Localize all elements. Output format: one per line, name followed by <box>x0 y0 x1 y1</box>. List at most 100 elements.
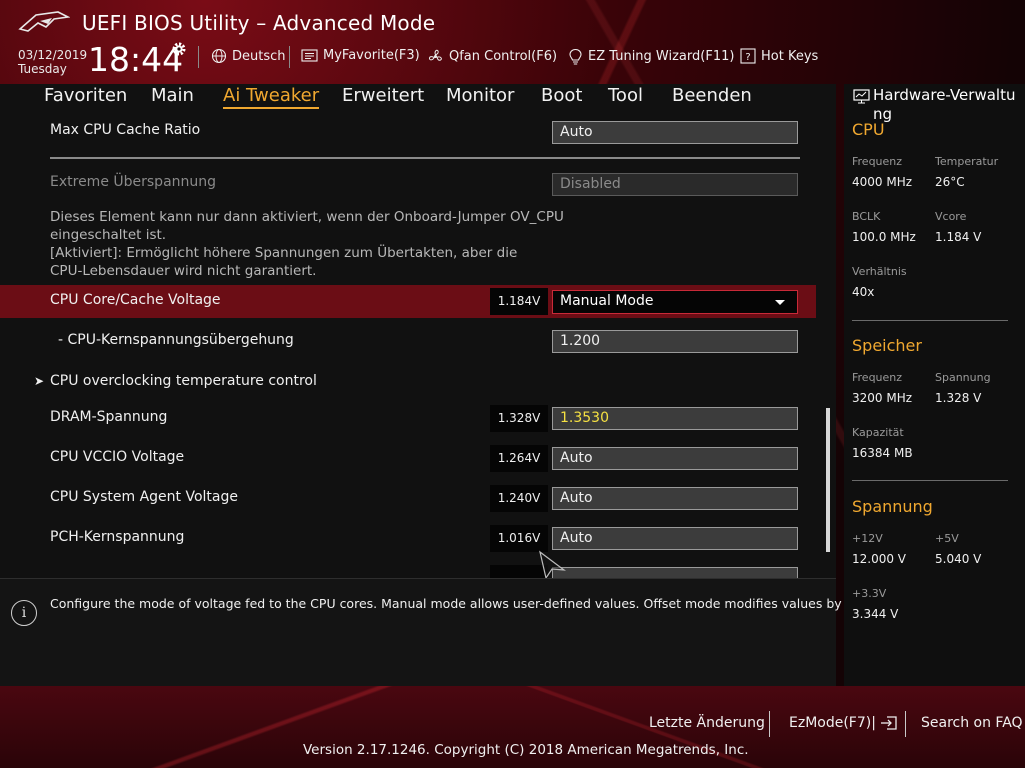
info-icon: i <box>11 600 37 626</box>
cpu-oc-temp-control-link[interactable]: CPU overclocking temperature control <box>50 373 317 389</box>
help-description-bar: i Configure the mode of voltage fed to t… <box>0 578 879 686</box>
cpu-vccio-field[interactable]: Auto <box>552 447 798 470</box>
svg-text:?: ? <box>745 52 750 63</box>
cpu-temp-label: Temperatur <box>935 155 999 168</box>
cpu-core-override-label: - CPU-Kernspannungsübergehung <box>58 332 294 348</box>
bclk-label: BCLK <box>852 210 881 223</box>
hotkeys-button[interactable]: ? Hot Keys <box>740 48 818 64</box>
qfan-button[interactable]: Qfan Control(F6) <box>427 48 557 65</box>
mem-freq-label: Frequenz <box>852 371 903 384</box>
gear-icon[interactable] <box>171 41 187 57</box>
monitor-title-line: Hardware-Verwaltu <box>873 86 1016 104</box>
language-label: Deutsch <box>232 48 286 64</box>
max-cpu-cache-ratio-field[interactable]: Auto <box>552 121 798 144</box>
settings-scrollbar[interactable] <box>826 408 830 552</box>
section-divider <box>50 157 800 159</box>
search-faq-button[interactable]: Search on FAQ <box>921 715 1023 731</box>
v33-label: +3.3V <box>852 587 887 600</box>
cpu-core-cache-voltage-select[interactable]: Manual Mode <box>552 290 798 314</box>
clock-time: 18:44 <box>88 40 184 79</box>
cpu-sa-label: CPU System Agent Voltage <box>50 489 238 505</box>
ratio-label: Verhältnis <box>852 265 907 278</box>
monitor-divider <box>852 320 1008 321</box>
bottom-separator <box>769 711 770 737</box>
dram-voltage-field[interactable]: 1.3530 <box>552 407 798 430</box>
dropdown-caret-icon <box>775 300 785 305</box>
header: UEFI BIOS Utility – Advanced Mode 03/12/… <box>0 0 1025 84</box>
search-faq-label: Search on FAQ <box>921 715 1023 731</box>
settings-panel: Max CPU Cache Ratio Auto Extreme Überspa… <box>0 110 836 578</box>
note-line: CPU-Lebensdauer wird nicht garantiert. <box>50 263 317 279</box>
date-display: 03/12/2019 Tuesday <box>18 48 87 76</box>
monitor-title: Hardware-Verwaltu ng <box>873 86 1023 124</box>
note-line: [Aktiviert]: Ermöglicht höhere Spannunge… <box>50 245 518 261</box>
ez-tuning-button[interactable]: EZ Tuning Wizard(F11) <box>568 48 734 65</box>
dram-voltage-label: DRAM-Spannung <box>50 409 168 425</box>
cpu-core-override-field[interactable]: 1.200 <box>552 330 798 353</box>
help-key-icon: ? <box>740 48 756 64</box>
mouse-cursor-icon <box>539 550 566 578</box>
tab-main[interactable]: Main <box>151 85 194 106</box>
myfavorite-label: MyFavorite(F3) <box>323 48 420 63</box>
v12-value: 12.000 V <box>852 552 907 566</box>
rog-logo-icon <box>18 11 70 32</box>
mem-volt-value: 1.328 V <box>935 391 982 405</box>
v12-label: +12V <box>852 532 883 545</box>
pch-core-reading: 1.016V <box>490 525 548 552</box>
ezmode-button[interactable]: EzMode(F7)| <box>789 715 898 731</box>
note-line: eingeschaltet ist. <box>50 227 167 243</box>
favorite-list-icon <box>301 49 318 62</box>
mem-capacity-value: 16384 MB <box>852 446 913 460</box>
globe-icon <box>211 48 227 64</box>
pch-core-label: PCH-Kernspannung <box>50 529 185 545</box>
weekday-text: Tuesday <box>18 62 67 76</box>
hotkeys-label: Hot Keys <box>761 48 819 64</box>
version-copyright: Version 2.17.1246. Copyright (C) 2018 Am… <box>303 742 749 758</box>
cpu-sa-reading: 1.240V <box>490 485 548 512</box>
tab-favoriten[interactable]: Favoriten <box>44 85 127 106</box>
tab-ai-tweaker[interactable]: Ai Tweaker <box>223 85 320 109</box>
cpu-temp-value: 26°C <box>935 175 965 189</box>
tab-boot[interactable]: Boot <box>541 85 582 106</box>
dram-voltage-reading: 1.328V <box>490 405 548 432</box>
lightbulb-icon <box>569 48 582 65</box>
vcore-label: Vcore <box>935 210 967 223</box>
last-change-label: Letzte Änderung <box>649 715 765 731</box>
cpu-section-heading: CPU <box>852 120 885 139</box>
extreme-overvoltage-field: Disabled <box>552 173 798 196</box>
cpu-sa-field[interactable]: Auto <box>552 487 798 510</box>
vcore-value: 1.184 V <box>935 230 982 244</box>
max-cpu-cache-ratio-label: Max CPU Cache Ratio <box>50 122 201 138</box>
app-title: UEFI BIOS Utility – Advanced Mode <box>82 11 436 35</box>
overvoltage-note: Dieses Element kann nur dann aktiviert, … <box>50 208 564 280</box>
qfan-label: Qfan Control(F6) <box>449 49 558 64</box>
myfavorite-button[interactable]: MyFavorite(F3) <box>301 48 420 63</box>
tab-monitor[interactable]: Monitor <box>446 85 514 106</box>
monitor-title-line: ng <box>873 105 893 123</box>
next-row-field-partial[interactable] <box>552 567 798 578</box>
voltage-section-heading: Spannung <box>852 497 933 516</box>
tab-tool[interactable]: Tool <box>608 85 643 106</box>
cpu-freq-label: Frequenz <box>852 155 903 168</box>
ez-tuning-label: EZ Tuning Wizard(F11) <box>588 49 735 64</box>
cpu-freq-value: 4000 MHz <box>852 175 913 189</box>
bclk-value: 100.0 MHz <box>852 230 916 244</box>
mem-freq-value: 3200 MHz <box>852 391 913 405</box>
v5-label: +5V <box>935 532 959 545</box>
language-button[interactable]: Deutsch <box>211 48 286 64</box>
last-change-button[interactable]: Letzte Änderung <box>649 715 765 731</box>
main-menu-tabs: Favoriten Main Ai Tweaker Erweitert Moni… <box>0 84 836 110</box>
mem-volt-label: Spannung <box>935 371 991 384</box>
tab-erweitert[interactable]: Erweitert <box>342 85 424 106</box>
exit-icon <box>880 716 897 730</box>
header-separator <box>289 46 290 68</box>
ratio-value: 40x <box>852 285 875 299</box>
header-separator <box>198 46 199 68</box>
cpu-core-cache-voltage-value: Manual Mode <box>560 293 654 309</box>
note-line: Dieses Element kann nur dann aktiviert, … <box>50 209 564 225</box>
ezmode-label: EzMode(F7)| <box>789 715 876 731</box>
submenu-arrow-icon: ➤ <box>34 374 45 388</box>
pch-core-field[interactable]: Auto <box>552 527 798 550</box>
monitor-icon <box>853 89 870 104</box>
tab-beenden[interactable]: Beenden <box>672 85 752 106</box>
